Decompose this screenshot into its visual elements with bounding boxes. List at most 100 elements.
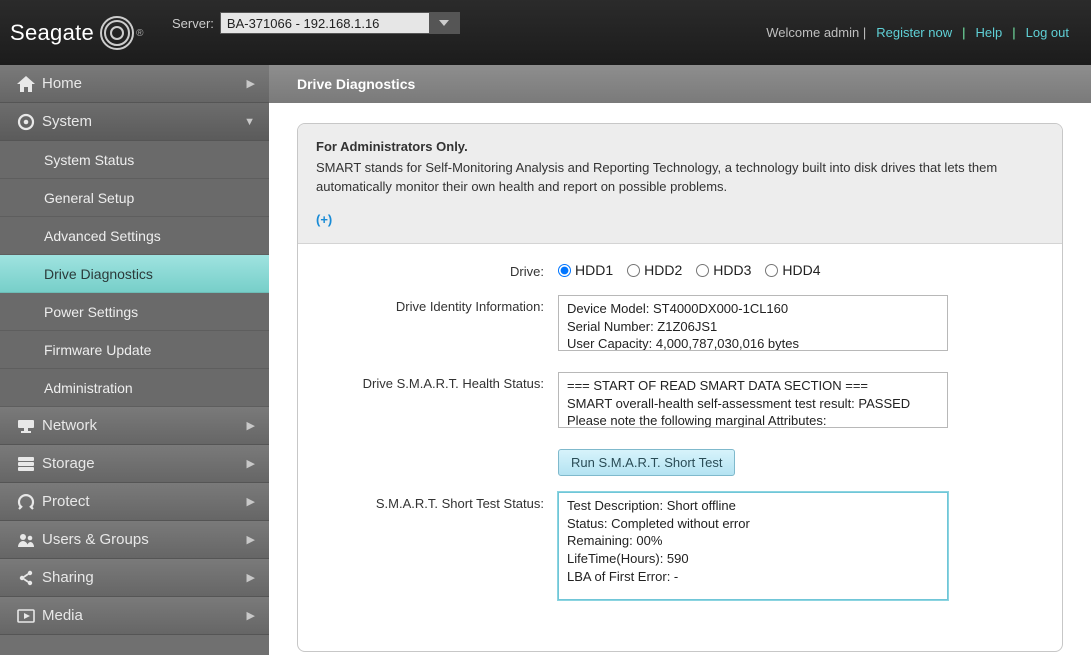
sidebar-item-general-setup[interactable]: General Setup [0, 179, 269, 217]
health-output[interactable] [558, 372, 948, 428]
sidebar-item-administration[interactable]: Administration [0, 369, 269, 407]
radio-hdd4[interactable]: HDD4 [765, 262, 820, 278]
brand-swirl-icon [100, 16, 134, 50]
sidebar-item-power-settings[interactable]: Power Settings [0, 293, 269, 331]
radio-hdd3[interactable]: HDD3 [696, 262, 751, 278]
top-header: Seagate ® Server: Welcome admin | Regist… [0, 0, 1091, 65]
nav-protect-label: Protect [42, 493, 247, 510]
brand-logo: Seagate ® [0, 16, 159, 50]
storage-icon [14, 456, 38, 472]
form-area: Drive: HDD1 HDD2 HDD3 HDD4 Drive Identit… [298, 244, 1062, 651]
row-drive-select: Drive: HDD1 HDD2 HDD3 HDD4 [318, 260, 1042, 279]
content-area: Drive Diagnostics For Administrators Onl… [269, 65, 1091, 655]
help-link[interactable]: Help [975, 25, 1002, 40]
sidebar-item-advanced-settings[interactable]: Advanced Settings [0, 217, 269, 255]
nav-users-label: Users & Groups [42, 531, 247, 548]
chevron-right-icon: ▶ [247, 495, 255, 508]
radio-hdd3-input[interactable] [696, 264, 709, 277]
home-icon [14, 76, 38, 92]
chevron-down-icon: ▼ [244, 116, 255, 128]
server-input[interactable] [220, 12, 430, 34]
content-scroll: For Administrators Only. SMART stands fo… [269, 103, 1091, 655]
main-layout: Home ▶ System ▼ System Status General Se… [0, 65, 1091, 655]
server-label: Server: [172, 16, 214, 31]
sidebar-item-system-status[interactable]: System Status [0, 141, 269, 179]
link-separator: | [962, 25, 965, 40]
radio-hdd4-input[interactable] [765, 264, 778, 277]
radio-hdd2-input[interactable] [627, 264, 640, 277]
media-icon [14, 609, 38, 623]
chevron-right-icon: ▶ [247, 609, 255, 622]
users-icon [14, 532, 38, 548]
logout-link[interactable]: Log out [1026, 25, 1069, 40]
radio-label: HDD2 [644, 262, 682, 278]
health-label: Drive S.M.A.R.T. Health Status: [318, 372, 558, 391]
nav-system[interactable]: System ▼ [0, 103, 269, 141]
identity-output[interactable] [558, 295, 948, 351]
nav-protect[interactable]: Protect ▶ [0, 483, 269, 521]
nav-users-groups[interactable]: Users & Groups ▶ [0, 521, 269, 559]
nav-media-label: Media [42, 607, 247, 624]
top-links: Welcome admin | Register now | Help | Lo… [766, 25, 1091, 40]
nav-home-label: Home [42, 75, 247, 92]
diagnostics-panel: For Administrators Only. SMART stands fo… [297, 123, 1063, 652]
nav-sharing-label: Sharing [42, 569, 247, 586]
brand-text: Seagate [10, 20, 94, 46]
nav-storage[interactable]: Storage ▶ [0, 445, 269, 483]
row-short-test: S.M.A.R.T. Short Test Status: [318, 492, 1042, 605]
drive-radio-group: HDD1 HDD2 HDD3 HDD4 [558, 260, 1042, 278]
chevron-down-icon [439, 20, 449, 26]
protect-icon [14, 493, 38, 511]
sidebar-item-label: System Status [44, 152, 134, 168]
nav-system-label: System [42, 113, 244, 130]
chevron-right-icon: ▶ [247, 533, 255, 546]
radio-label: HDD1 [575, 262, 613, 278]
radio-label: HDD3 [713, 262, 751, 278]
nav-network-label: Network [42, 417, 247, 434]
info-header: For Administrators Only. [316, 138, 1044, 157]
sidebar-item-label: General Setup [44, 190, 134, 206]
link-separator: | [1012, 25, 1015, 40]
chevron-right-icon: ▶ [247, 571, 255, 584]
sidebar-item-label: Advanced Settings [44, 228, 161, 244]
identity-label: Drive Identity Information: [318, 295, 558, 314]
registered-mark: ® [136, 28, 143, 39]
radio-label: HDD4 [782, 262, 820, 278]
sidebar-item-label: Firmware Update [44, 342, 151, 358]
sidebar-item-label: Administration [44, 380, 133, 396]
page-title-text: Drive Diagnostics [297, 76, 415, 92]
nav-sharing[interactable]: Sharing ▶ [0, 559, 269, 597]
run-smart-short-test-button[interactable]: Run S.M.A.R.T. Short Test [558, 449, 735, 476]
chevron-right-icon: ▶ [247, 77, 255, 90]
row-run-button: Run S.M.A.R.T. Short Test [318, 449, 1042, 476]
row-health: Drive S.M.A.R.T. Health Status: [318, 372, 1042, 433]
sharing-icon [14, 569, 38, 587]
expand-toggle[interactable]: (+) [316, 211, 332, 230]
panel-info-box: For Administrators Only. SMART stands fo… [298, 124, 1062, 244]
drive-label: Drive: [318, 260, 558, 279]
nav-media[interactable]: Media ▶ [0, 597, 269, 635]
sidebar-item-label: Drive Diagnostics [44, 266, 153, 282]
welcome-text: Welcome admin | [766, 25, 866, 40]
short-test-label: S.M.A.R.T. Short Test Status: [318, 492, 558, 511]
nav-network[interactable]: Network ▶ [0, 407, 269, 445]
nav-storage-label: Storage [42, 455, 247, 472]
server-selector: Server: [172, 12, 460, 34]
radio-hdd1[interactable]: HDD1 [558, 262, 613, 278]
radio-hdd1-input[interactable] [558, 264, 571, 277]
nav-home[interactable]: Home ▶ [0, 65, 269, 103]
page-title: Drive Diagnostics [269, 65, 1091, 103]
register-link[interactable]: Register now [876, 25, 952, 40]
chevron-right-icon: ▶ [247, 419, 255, 432]
sidebar-item-drive-diagnostics[interactable]: Drive Diagnostics [0, 255, 269, 293]
sidebar-item-firmware-update[interactable]: Firmware Update [0, 331, 269, 369]
gear-icon [14, 113, 38, 131]
chevron-right-icon: ▶ [247, 457, 255, 470]
info-text: SMART stands for Self-Monitoring Analysi… [316, 159, 1044, 197]
radio-hdd2[interactable]: HDD2 [627, 262, 682, 278]
network-icon [14, 419, 38, 433]
server-dropdown-button[interactable] [430, 12, 460, 34]
sidebar: Home ▶ System ▼ System Status General Se… [0, 65, 269, 655]
sidebar-item-label: Power Settings [44, 304, 138, 320]
short-test-output[interactable] [558, 492, 948, 600]
